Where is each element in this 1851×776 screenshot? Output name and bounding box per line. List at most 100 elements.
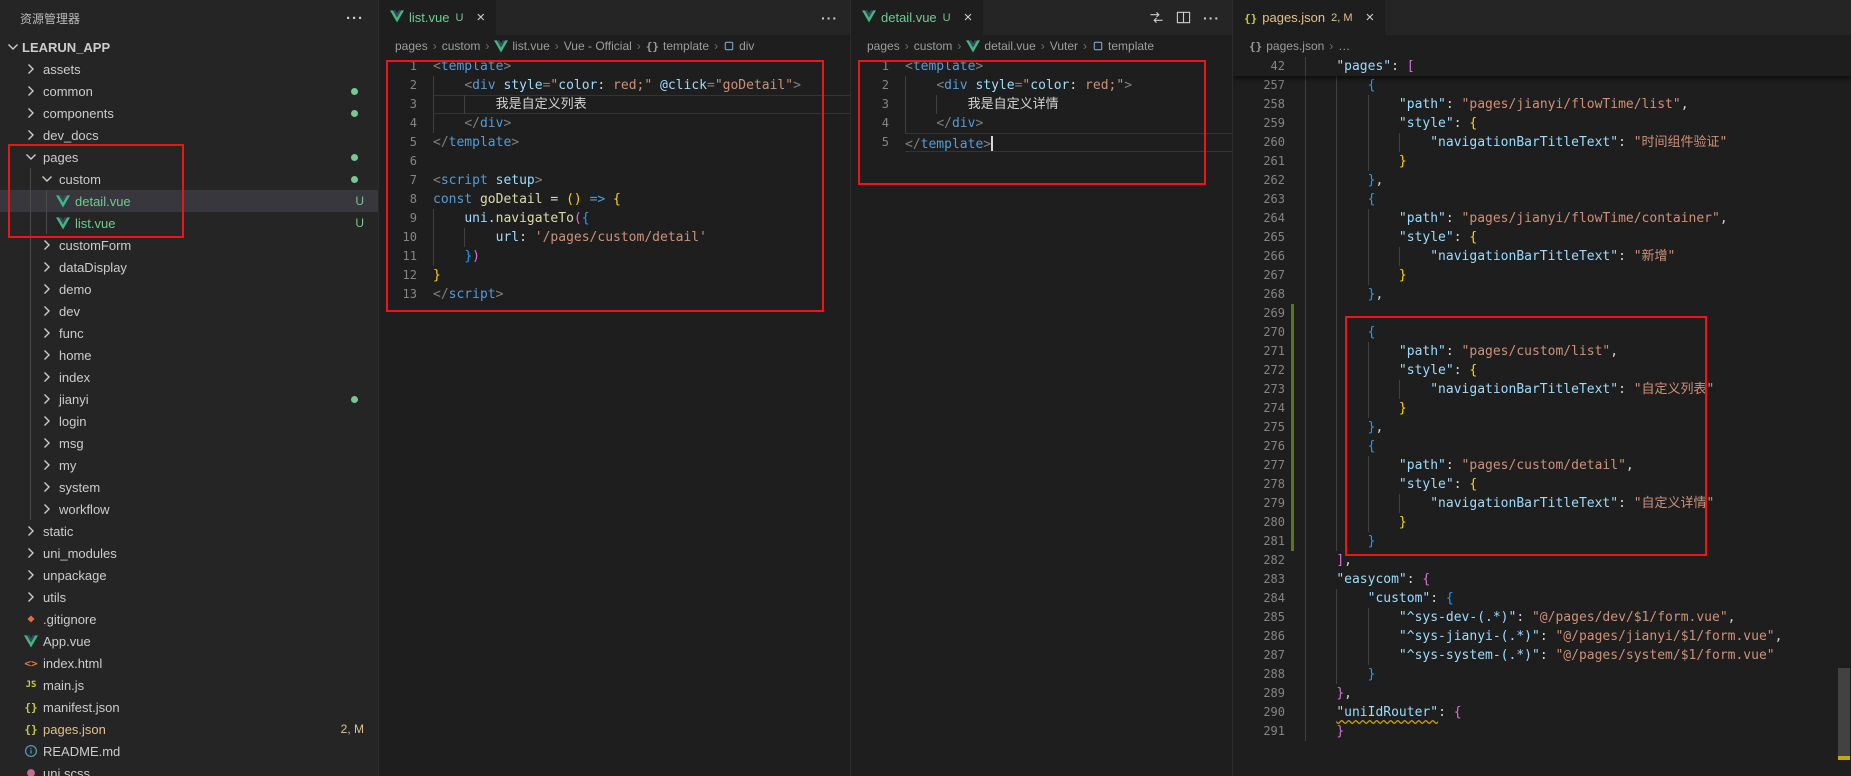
code-editor[interactable]: 1<template>2 <div style="color: red;">3 … xyxy=(851,57,1232,776)
code-line-270[interactable]: 270 { xyxy=(1233,323,1851,342)
code-line-5[interactable]: 5</template> xyxy=(379,133,850,152)
code-line-267[interactable]: 267 } xyxy=(1233,266,1851,285)
code-line-3[interactable]: 3 我是自定义详情 xyxy=(851,95,1232,114)
close-icon[interactable]: × xyxy=(1366,10,1375,25)
breadcrumb-item-template[interactable]: template xyxy=(1092,39,1154,53)
code-line-286[interactable]: 286 "^sys-jianyi-(.*)": "@/pages/jianyi/… xyxy=(1233,627,1851,646)
breadcrumb-item-…[interactable]: … xyxy=(1338,39,1350,53)
tree-item-my[interactable]: my xyxy=(0,454,378,476)
code-line-4[interactable]: 4 </div> xyxy=(851,114,1232,133)
close-icon[interactable]: × xyxy=(476,10,485,25)
tree-item-App.vue[interactable]: App.vue xyxy=(0,630,378,652)
breadcrumb-item-detail.vue[interactable]: detail.vue xyxy=(966,39,1035,53)
tree-item-uni.scss[interactable]: uni.scss xyxy=(0,762,378,776)
tree-item-components[interactable]: components xyxy=(0,102,378,124)
explorer-more-actions-icon[interactable]: ··· xyxy=(346,10,364,27)
breadcrumb-item-custom[interactable]: custom xyxy=(442,39,481,53)
code-line-276[interactable]: 276 { xyxy=(1233,437,1851,456)
breadcrumb-item-Vue - Official[interactable]: Vue - Official xyxy=(564,39,632,53)
tree-item-static[interactable]: static xyxy=(0,520,378,542)
code-line-287[interactable]: 287 "^sys-system-(.*)": "@/pages/system/… xyxy=(1233,646,1851,665)
tree-item-detail.vue[interactable]: detail.vueU xyxy=(0,190,378,212)
breadcrumb-item-custom[interactable]: custom xyxy=(914,39,953,53)
code-line-266[interactable]: 266 "navigationBarTitleText": "新增" xyxy=(1233,247,1851,266)
tree-item-pages[interactable]: pages xyxy=(0,146,378,168)
code-line-280[interactable]: 280 } xyxy=(1233,513,1851,532)
code-line-284[interactable]: 284 "custom": { xyxy=(1233,589,1851,608)
code-line-282[interactable]: 282 ], xyxy=(1233,551,1851,570)
code-line-1[interactable]: 1<template> xyxy=(379,57,850,76)
close-icon[interactable]: × xyxy=(964,10,973,25)
code-line-285[interactable]: 285 "^sys-dev-(.*)": "@/pages/dev/$1/for… xyxy=(1233,608,1851,627)
tree-item-func[interactable]: func xyxy=(0,322,378,344)
code-line-281[interactable]: 281 } xyxy=(1233,532,1851,551)
code-line-260[interactable]: 260 "navigationBarTitleText": "时间组件验证" xyxy=(1233,133,1851,152)
split-icon[interactable] xyxy=(1176,10,1191,25)
code-line-271[interactable]: 271 "path": "pages/custom/list", xyxy=(1233,342,1851,361)
code-line-1[interactable]: 1<template> xyxy=(851,57,1232,76)
tree-item-index[interactable]: index xyxy=(0,366,378,388)
breadcrumb-item-list.vue[interactable]: list.vue xyxy=(494,39,549,53)
tree-item-index.html[interactable]: <>index.html xyxy=(0,652,378,674)
tree-item-custom[interactable]: custom xyxy=(0,168,378,190)
tree-item-assets[interactable]: assets xyxy=(0,58,378,80)
compare-icon[interactable] xyxy=(1149,10,1164,25)
breadcrumb-item-pages[interactable]: pages xyxy=(867,39,900,53)
tree-item-pages.json[interactable]: {}pages.json2, M xyxy=(0,718,378,740)
code-line-10[interactable]: 10 url: '/pages/custom/detail' xyxy=(379,228,850,247)
tree-item-uni_modules[interactable]: uni_modules xyxy=(0,542,378,564)
code-line-264[interactable]: 264 "path": "pages/jianyi/flowTime/conta… xyxy=(1233,209,1851,228)
code-line-283[interactable]: 283 "easycom": { xyxy=(1233,570,1851,589)
code-line-2[interactable]: 2 <div style="color: red;"> xyxy=(851,76,1232,95)
code-line-13[interactable]: 13</script> xyxy=(379,285,850,304)
code-line-278[interactable]: 278 "style": { xyxy=(1233,475,1851,494)
tree-item-manifest.json[interactable]: {}manifest.json xyxy=(0,696,378,718)
code-line-272[interactable]: 272 "style": { xyxy=(1233,361,1851,380)
tree-item-workflow[interactable]: workflow xyxy=(0,498,378,520)
breadcrumb-item-div[interactable]: div xyxy=(723,39,754,53)
tree-item-msg[interactable]: msg xyxy=(0,432,378,454)
tree-item-dataDisplay[interactable]: dataDisplay xyxy=(0,256,378,278)
tree-item-README.md[interactable]: README.md xyxy=(0,740,378,762)
code-line-8[interactable]: 8const goDetail = () => { xyxy=(379,190,850,209)
code-line-12[interactable]: 12} xyxy=(379,266,850,285)
code-line-258[interactable]: 258 "path": "pages/jianyi/flowTime/list"… xyxy=(1233,95,1851,114)
tree-item-common[interactable]: common xyxy=(0,80,378,102)
tree-item-list.vue[interactable]: list.vueU xyxy=(0,212,378,234)
code-line-274[interactable]: 274 } xyxy=(1233,399,1851,418)
code-line-269[interactable]: 269 xyxy=(1233,304,1851,323)
code-line-6[interactable]: 6 xyxy=(379,152,850,171)
tree-item-login[interactable]: login xyxy=(0,410,378,432)
breadcrumb-item-pages[interactable]: pages xyxy=(395,39,428,53)
scrollbar[interactable] xyxy=(1837,57,1851,776)
code-line-265[interactable]: 265 "style": { xyxy=(1233,228,1851,247)
scrollbar-thumb[interactable] xyxy=(1838,668,1850,760)
tab-list.vue[interactable]: list.vueU× xyxy=(379,0,497,35)
tree-item-dev[interactable]: dev xyxy=(0,300,378,322)
code-line-257[interactable]: 257 { xyxy=(1233,76,1851,95)
tree-item-dev_docs[interactable]: dev_docs xyxy=(0,124,378,146)
breadcrumb-item-template[interactable]: {}template xyxy=(646,39,709,53)
code-line-273[interactable]: 273 "navigationBarTitleText": "自定义列表" xyxy=(1233,380,1851,399)
tree-item-customForm[interactable]: customForm xyxy=(0,234,378,256)
code-line-2[interactable]: 2 <div style="color: red;" @click="goDet… xyxy=(379,76,850,95)
code-line-7[interactable]: 7<script setup> xyxy=(379,171,850,190)
code-line-9[interactable]: 9 uni.navigateTo({ xyxy=(379,209,850,228)
breadcrumb-item-Vuter[interactable]: Vuter xyxy=(1050,39,1078,53)
tree-item-home[interactable]: home xyxy=(0,344,378,366)
code-line-290[interactable]: 290 "uniIdRouter": { xyxy=(1233,703,1851,722)
tab-pages.json[interactable]: {}pages.json2, M× xyxy=(1233,0,1386,35)
breadcrumb-item-pages.json[interactable]: {}pages.json xyxy=(1249,39,1324,53)
code-line-289[interactable]: 289 }, xyxy=(1233,684,1851,703)
code-line-288[interactable]: 288 } xyxy=(1233,665,1851,684)
tree-item-.gitignore[interactable]: .gitignore xyxy=(0,608,378,630)
code-line-263[interactable]: 263 { xyxy=(1233,190,1851,209)
tree-root-learun-app[interactable]: LEARUN_APP xyxy=(0,36,378,58)
tree-item-demo[interactable]: demo xyxy=(0,278,378,300)
code-line-262[interactable]: 262 }, xyxy=(1233,171,1851,190)
code-line-261[interactable]: 261 } xyxy=(1233,152,1851,171)
code-line-277[interactable]: 277 "path": "pages/custom/detail", xyxy=(1233,456,1851,475)
tree-item-system[interactable]: system xyxy=(0,476,378,498)
sticky-line-42[interactable]: 42 "pages": [ xyxy=(1233,57,1851,76)
tree-item-jianyi[interactable]: jianyi xyxy=(0,388,378,410)
